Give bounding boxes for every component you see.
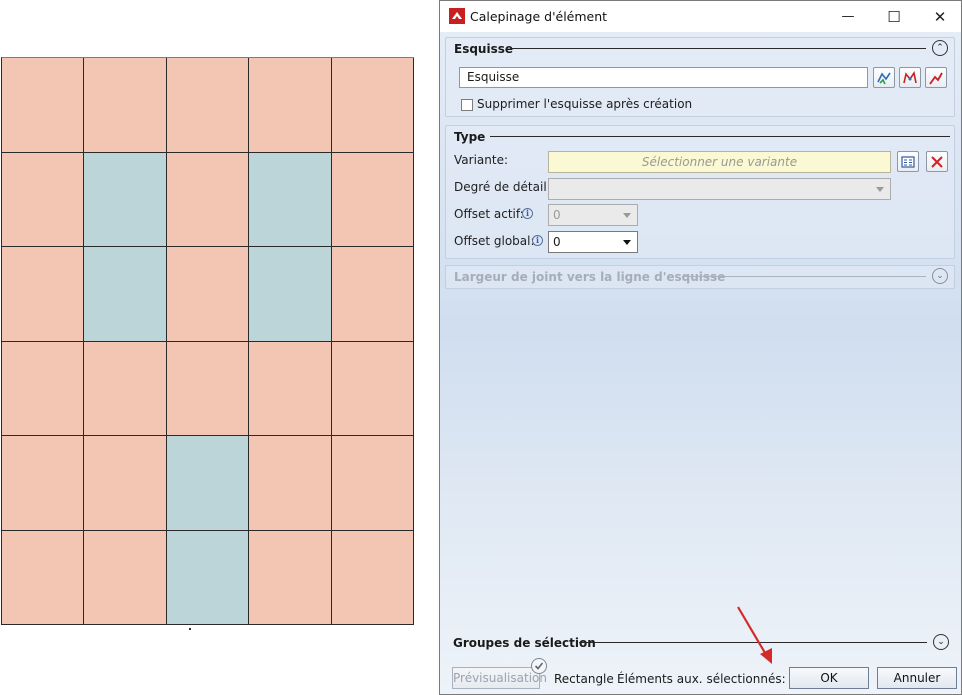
offset-actif-label: Offset actif: <box>454 207 524 221</box>
tile-layout-grid[interactable] <box>1 57 414 625</box>
preview-check-badge <box>531 658 547 674</box>
section-type-title: Type <box>454 130 486 144</box>
variante-label: Variante: <box>454 153 508 167</box>
grid-cell-selected[interactable] <box>84 152 167 247</box>
info-icon[interactable]: i <box>522 208 533 219</box>
section-divider <box>682 276 926 277</box>
selected-count-text: Éléments aux. sélectionnés: 24 <box>617 672 805 686</box>
grid-cell[interactable] <box>249 530 332 625</box>
grid-cell[interactable] <box>2 436 85 531</box>
pick-sketch-button[interactable] <box>873 67 895 88</box>
grid-cell[interactable] <box>2 152 85 247</box>
sketch-name-input[interactable]: Esquisse <box>459 67 868 88</box>
allplan-logo-icon <box>449 8 465 24</box>
delete-sketch-label: Supprimer l'esquisse après création <box>477 97 693 111</box>
collapse-up-icon[interactable]: ⌃ <box>932 40 948 56</box>
grid-cell[interactable] <box>331 530 414 625</box>
checkmark-icon <box>534 662 544 670</box>
info-icon[interactable]: i <box>532 235 543 246</box>
grid-cell[interactable] <box>249 58 332 153</box>
grid-cell[interactable] <box>331 152 414 247</box>
grid-cell[interactable] <box>84 530 167 625</box>
maximize-button[interactable]: ☐ <box>871 3 917 30</box>
minimize-icon: — <box>841 9 855 24</box>
grid-origin-dot <box>189 628 191 630</box>
chevron-down-icon <box>876 187 884 192</box>
grid-cell[interactable] <box>166 247 250 342</box>
section-largeur-joint: Largeur de joint vers la ligne d'esquiss… <box>445 265 955 289</box>
grid-cell[interactable] <box>331 341 414 436</box>
offset-global-label: Offset global: <box>454 234 535 248</box>
chevron-down-icon <box>623 213 631 218</box>
detail-combobox[interactable] <box>548 178 891 200</box>
ok-button[interactable]: OK <box>789 667 869 689</box>
variante-clear-button[interactable] <box>926 151 948 172</box>
grid-cell[interactable] <box>166 58 250 153</box>
section-groupes-header[interactable]: Groupes de sélection ⌄ <box>445 632 955 654</box>
maximize-icon: ☐ <box>887 7 901 26</box>
grid-cell[interactable] <box>166 152 250 247</box>
grid-cell[interactable] <box>249 341 332 436</box>
grid-cell[interactable] <box>2 530 85 625</box>
line-sketch-button[interactable] <box>925 67 947 88</box>
grid-cell[interactable] <box>2 341 85 436</box>
offset-actif-combobox[interactable]: 0 <box>548 204 638 226</box>
annotation-arrow-icon <box>737 606 772 664</box>
pick-sketch-icon <box>877 72 891 84</box>
selection-mode-text: Rectangle <box>554 672 614 686</box>
close-icon: ✕ <box>933 7 947 26</box>
section-esquisse-title: Esquisse <box>454 42 514 56</box>
section-groupes-selection: Groupes de sélection ⌄ <box>445 632 955 656</box>
grid-cell-selected[interactable] <box>249 152 332 247</box>
polyline-sketch-icon <box>903 70 917 83</box>
delete-x-icon <box>931 155 943 168</box>
polyline-sketch-button[interactable] <box>899 67 921 88</box>
section-divider <box>510 48 926 49</box>
close-button[interactable]: ✕ <box>917 3 962 30</box>
grid-cell[interactable] <box>331 247 414 342</box>
detail-label: Degré de détail: <box>454 180 551 194</box>
section-type: Type Variante: Sélectionner une variante… <box>445 125 955 259</box>
variante-catalog-button[interactable] <box>897 151 919 172</box>
offset-actif-value: 0 <box>553 208 561 222</box>
section-largeur-title: Largeur de joint vers la ligne d'esquiss… <box>454 270 726 284</box>
grid-cell[interactable] <box>331 58 414 153</box>
section-divider <box>490 136 950 137</box>
catalog-icon <box>901 155 915 168</box>
calepinage-dialog: Calepinage d'élément — ☐ ✕ Esquisse ⌃ Es… <box>439 0 962 695</box>
preview-button[interactable]: Prévisualisation <box>452 667 547 689</box>
dialog-footer: Prévisualisation Rectangle Éléments aux.… <box>440 658 961 694</box>
grid-cell[interactable] <box>84 58 167 153</box>
grid-cell[interactable] <box>249 436 332 531</box>
minimize-button[interactable]: — <box>825 3 871 30</box>
variante-field[interactable]: Sélectionner une variante <box>548 151 891 173</box>
dialog-body: Esquisse ⌃ Esquisse Supprimer l'esquisse… <box>440 32 961 694</box>
delete-sketch-checkbox[interactable] <box>461 99 473 111</box>
grid-cell[interactable] <box>166 341 250 436</box>
grid-cell[interactable] <box>84 341 167 436</box>
dialog-title: Calepinage d'élément <box>470 9 608 24</box>
expand-down-icon[interactable]: ⌄ <box>933 634 949 650</box>
grid-cell-selected[interactable] <box>166 530 250 625</box>
section-esquisse-header[interactable]: Esquisse ⌃ <box>446 38 954 60</box>
offset-global-combobox[interactable]: 0 <box>548 231 638 253</box>
section-largeur-header[interactable]: Largeur de joint vers la ligne d'esquiss… <box>446 266 954 288</box>
section-groupes-title: Groupes de sélection <box>453 636 596 650</box>
expand-down-icon[interactable]: ⌄ <box>932 268 948 284</box>
line-sketch-icon <box>929 72 943 85</box>
grid-cell[interactable] <box>331 436 414 531</box>
grid-cell[interactable] <box>2 58 85 153</box>
grid-cell[interactable] <box>84 436 167 531</box>
offset-global-value: 0 <box>553 235 561 249</box>
grid-cell[interactable] <box>2 247 85 342</box>
grid-cell-selected[interactable] <box>249 247 332 342</box>
cancel-button[interactable]: Annuler <box>877 667 957 689</box>
section-type-header: Type <box>446 126 954 148</box>
chevron-down-icon <box>623 240 631 245</box>
title-bar[interactable]: Calepinage d'élément — ☐ ✕ <box>440 1 961 32</box>
section-esquisse: Esquisse ⌃ Esquisse Supprimer l'esquisse… <box>445 37 955 117</box>
grid-cell-selected[interactable] <box>166 436 250 531</box>
grid-cell-selected[interactable] <box>84 247 167 342</box>
